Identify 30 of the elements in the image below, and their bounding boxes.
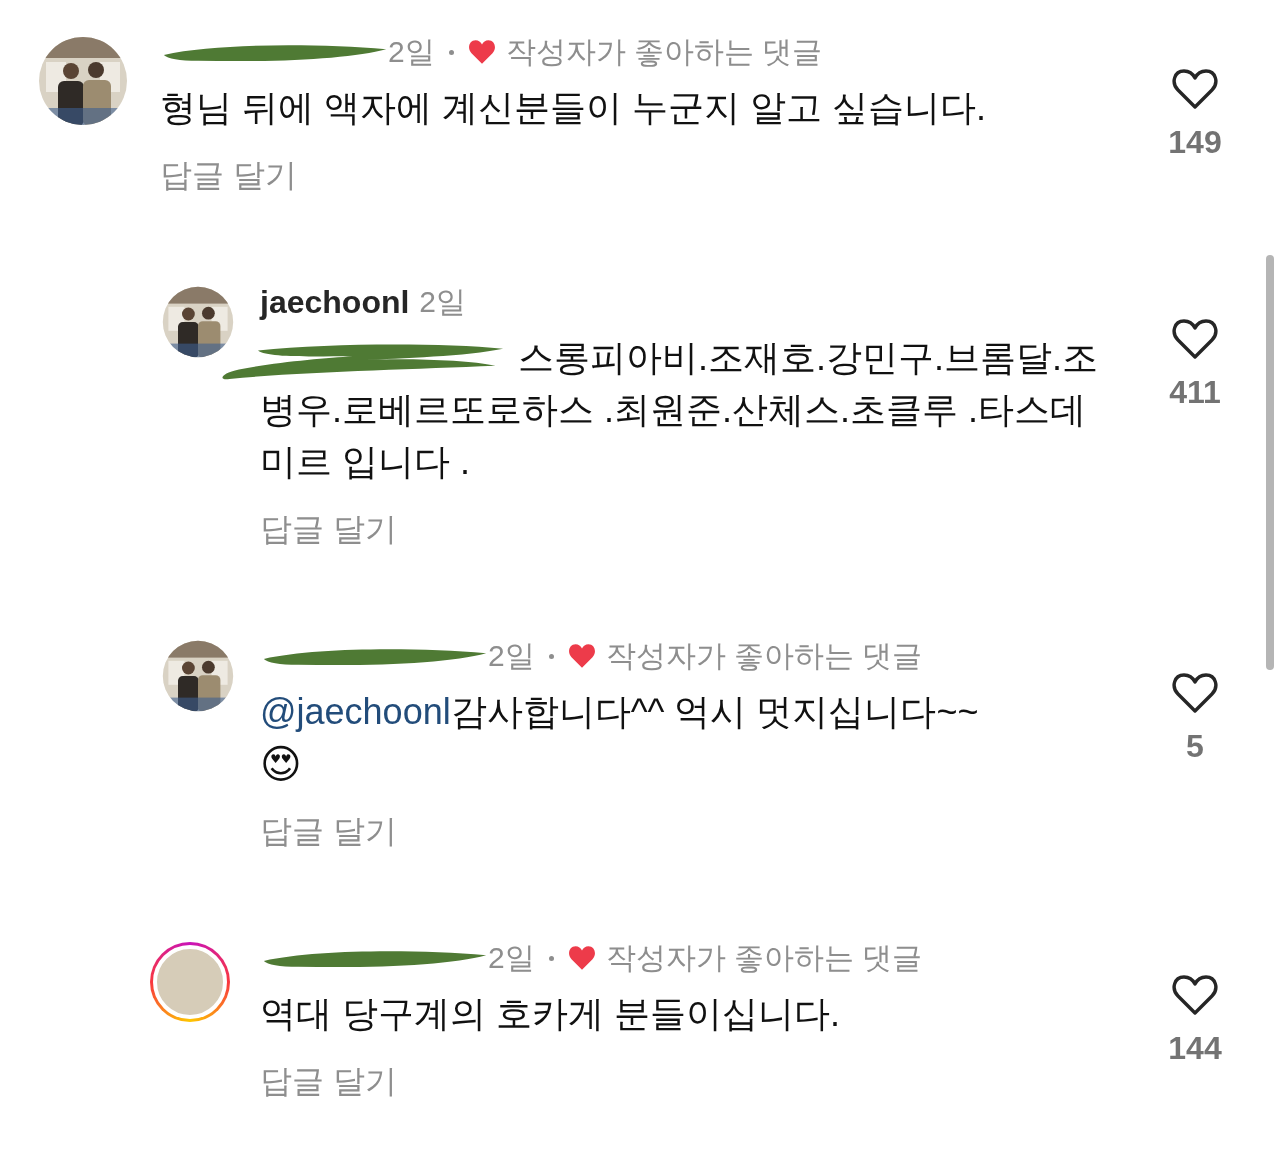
username[interactable]: jaechoonl bbox=[260, 283, 410, 321]
like-count: 144 bbox=[1168, 1030, 1222, 1067]
reply-button[interactable]: 답글 달기 bbox=[260, 1060, 397, 1104]
reply-button[interactable]: 답글 달기 bbox=[160, 154, 297, 198]
scroll-bar[interactable] bbox=[1266, 255, 1274, 670]
creator-liked-label: 작성자가 좋아하는 댓글 bbox=[605, 637, 923, 674]
comment-text: @jaechoonl감사합니다^^ 억시 멋지십니다~~ bbox=[260, 690, 980, 734]
reply-button[interactable]: 답글 달기 bbox=[260, 508, 397, 552]
separator-dot bbox=[448, 49, 454, 55]
comment-text: 형님 뒤에 액자에 계신분들이 누군지 알고 싶습니다. bbox=[160, 86, 987, 130]
emoji: 😍 bbox=[260, 741, 303, 788]
comment-time: 2일 bbox=[488, 637, 535, 674]
separator-dot bbox=[548, 955, 554, 961]
reply-button[interactable]: 답글 달기 bbox=[260, 810, 397, 854]
comment-time: 2일 bbox=[388, 33, 435, 70]
like-count: 411 bbox=[1169, 374, 1221, 411]
like-count: 149 bbox=[1168, 124, 1222, 161]
creator-liked-label: 작성자가 좋아하는 댓글 bbox=[605, 939, 923, 976]
like-heart-icon[interactable] bbox=[1171, 318, 1219, 360]
creator-liked-label: 작성자가 좋아하는 댓글 bbox=[505, 33, 823, 70]
separator-dot bbox=[548, 653, 554, 659]
like-heart-icon[interactable] bbox=[1171, 68, 1219, 110]
like-heart-icon[interactable] bbox=[1171, 672, 1219, 714]
comment-time: 2일 bbox=[488, 939, 535, 976]
comment-text: 역대 당구계의 호카게 분들이십니다. bbox=[260, 992, 841, 1036]
comment-text: 스롱피아비.조재호.강민구.브롬달.조병우.로베르또로하스 .최원준.산체스.초클루 .타스데미르 입니다 . bbox=[260, 336, 1099, 484]
like-count: 5 bbox=[1186, 728, 1204, 765]
comment-time: 2일 bbox=[419, 283, 467, 320]
like-heart-icon[interactable] bbox=[1171, 974, 1219, 1016]
mention-link[interactable]: @jaechoonl bbox=[260, 691, 451, 732]
